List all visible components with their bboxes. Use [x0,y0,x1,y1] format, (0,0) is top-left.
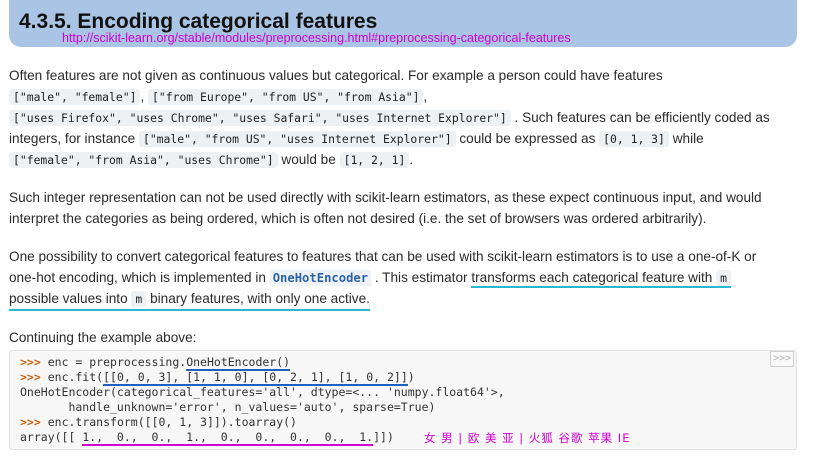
inline-code: [1, 2, 1] [339,152,410,168]
text: . [409,152,414,167]
paragraph-line: Such integer representation can not be u… [9,190,762,205]
code-text-underlined: 0., 0., 0., 1. [241,430,374,446]
inline-code: m [716,270,731,286]
paragraph-line: Often features are not given as continuo… [9,65,809,86]
inline-code: ["female", "from Asia", "uses Chrome"] [9,152,278,168]
highlighted-text: possible values into m binary features, … [9,291,370,311]
code-text: enc.transform([[0, 1, 3]]).toarray() [47,415,297,429]
text: . Such features can be efficiently coded… [514,110,770,125]
text: Often features are not given as continuo… [9,68,663,83]
text: , [140,89,145,104]
text: transforms each categorical feature with [471,270,713,285]
code-text: array([[ [20,430,83,444]
copy-prompt-toggle-button[interactable]: >>> [770,351,794,367]
paragraph-line: one-hot encoding, which is implemented i… [9,267,809,288]
code-text-underlined: 0., 1., 0., [137,430,242,446]
paragraph-integer-representation: Such integer representation can not be u… [9,187,809,229]
code-line: >>> enc.transform([[0, 1, 3]]).toarray() [20,415,505,430]
code-line: >>> enc = preprocessing.OneHotEncoder() [20,355,505,371]
inline-code: ["from Europe", "from US", "from Asia"] [148,89,424,105]
paragraph-line: possible values into m binary features, … [9,288,809,311]
paragraph-line: Continuing the example above: [9,330,197,345]
code-text: enc.fit( [47,370,104,384]
prompt: >>> [20,415,41,429]
paragraph-one-hot: One possibility to convert categorical f… [9,246,809,311]
code-text-underlined: OneHotEncoder() [186,355,291,371]
code-text: ]]) [373,430,394,444]
code-line: >>> enc.fit([[0, 0, 3], [1, 1, 0], [0, 2… [20,370,505,386]
paragraph-line: One possibility to convert categorical f… [9,249,757,264]
code-example-block: >>> >>> enc = preprocessing.OneHotEncode… [9,350,797,450]
inline-code: ["male", "female"] [9,89,141,105]
inline-code: ["uses Firefox", "uses Chrome", "uses Sa… [9,110,511,126]
highlighted-text: transforms each categorical feature with… [471,270,731,288]
handwritten-annotation: 女 男 | 欧 美 亚 | 火狐 谷歌 苹果 IE [424,431,631,445]
paragraph-line: ["male", "female"], ["from Europe", "fro… [9,86,809,107]
text: , [423,89,428,104]
code-text-underlined: 1., 0., [82,430,138,446]
text: one-hot encoding, which is implemented i… [9,270,266,285]
section-heading-box: 4.3.5. Encoding categorical features htt… [9,0,797,47]
paragraph-line: interpret the categories as being ordere… [9,211,707,226]
code-text-underlined: [[0, 0, 3], [1, 1, 0], [0, 2, 1], [1, 0,… [103,370,408,386]
code-text: enc = preprocessing. [47,355,187,369]
text: binary features, with only one active. [150,291,370,306]
inline-code: ["male", "from US", "uses Internet Explo… [138,131,456,147]
text: possible values into [9,291,128,306]
paragraph-line: integers, for instance ["male", "from US… [9,128,809,149]
code-output-line: handle_unknown='error', n_values='auto',… [20,400,436,414]
text: . This estimator [374,270,468,285]
onehotencoder-link[interactable]: OneHotEncoder [269,270,372,286]
prompt: >>> [20,355,41,369]
text: would be [281,152,336,167]
inline-code: [0, 1, 3] [599,131,669,147]
text: could be expressed as [459,131,596,146]
code-text: ) [407,370,415,384]
paragraph-line: ["uses Firefox", "uses Chrome", "uses Sa… [9,107,809,128]
paragraph-intro: Often features are not given as continuo… [9,65,809,170]
text: while [672,131,704,146]
source-url-link[interactable]: http://scikit-learn.org/stable/modules/p… [62,31,571,46]
code-output-line: OneHotEncoder(categorical_features='all'… [20,385,505,399]
text: integers, for instance [9,131,136,146]
paragraph-line: ["female", "from Asia", "uses Chrome"] w… [9,149,809,170]
paragraph-continuing: Continuing the example above: [9,327,809,348]
inline-code: m [131,291,147,307]
prompt: >>> [20,370,41,384]
